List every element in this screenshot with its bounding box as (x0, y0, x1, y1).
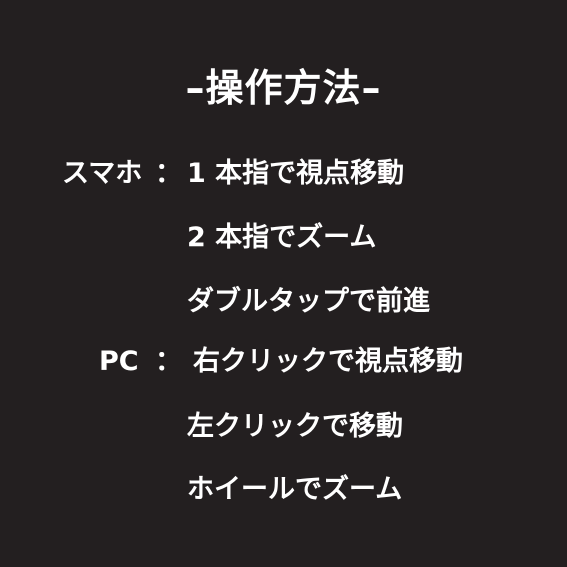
pc-label: PC (99, 346, 139, 377)
pc-instruction-3: ホイールでズーム (187, 474, 403, 505)
pc-colon: ： (155, 346, 182, 377)
controls-instructions-screen: –操作方法– スマホ ： 1 本指で視点移動 2 本指でズーム ダブルタップで前… (0, 0, 567, 567)
smartphone-colon: ： (155, 158, 182, 189)
smartphone-label: スマホ (62, 158, 143, 189)
pc-instruction-1: 右クリックで視点移動 (193, 346, 463, 377)
smartphone-instruction-1: 1 本指で視点移動 (187, 158, 405, 189)
smartphone-instruction-3: ダブルタップで前進 (187, 286, 430, 317)
smartphone-instruction-2: 2 本指でズーム (187, 222, 377, 253)
page-title: –操作方法– (185, 66, 382, 110)
pc-instruction-2: 左クリックで移動 (187, 411, 403, 442)
